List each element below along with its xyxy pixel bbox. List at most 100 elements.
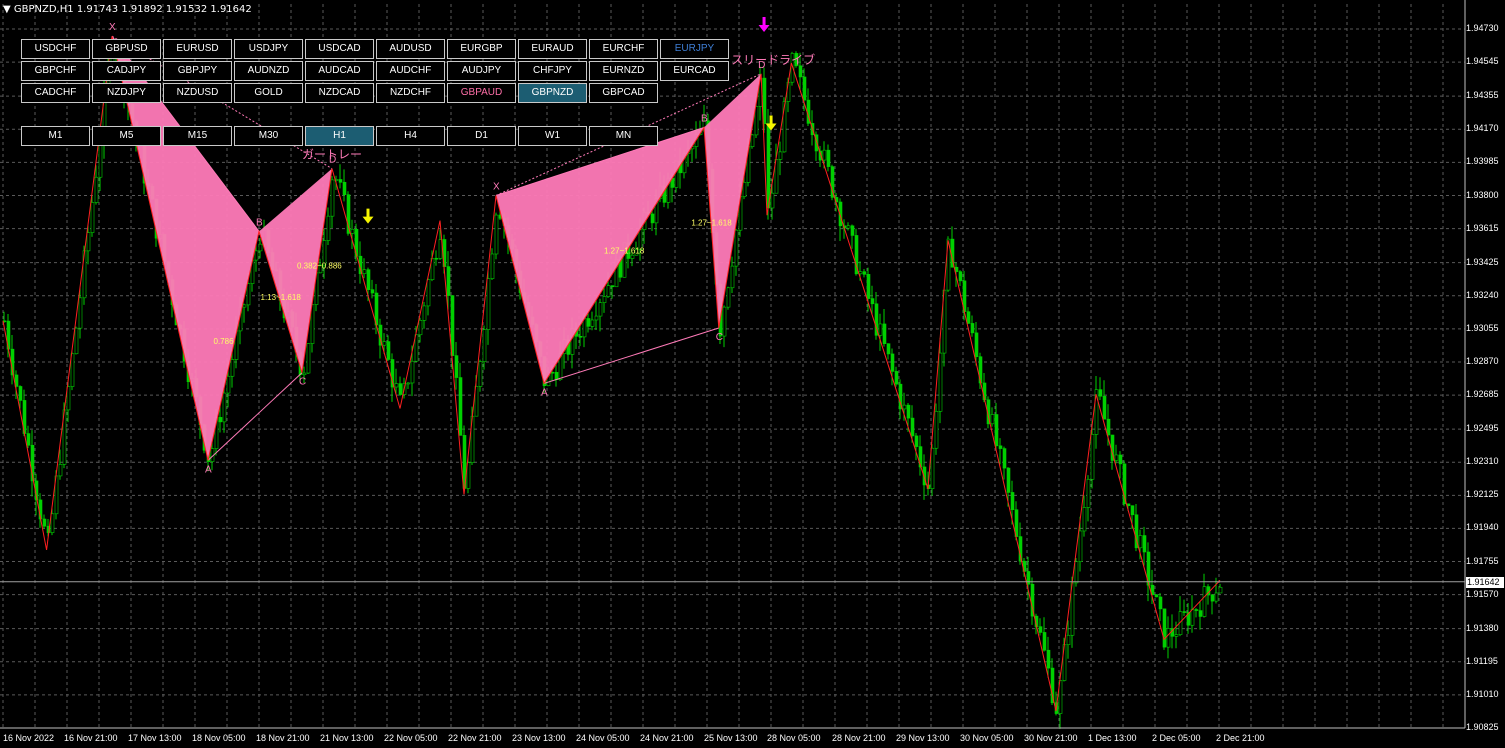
symbol-button-gold[interactable]: GOLD (234, 83, 303, 103)
candle-body (1086, 478, 1091, 508)
symbol-button-usdcad[interactable]: USDCAD (305, 39, 374, 59)
candle-body (938, 352, 943, 412)
time-tick-label: 28 Nov 05:00 (767, 733, 821, 743)
candle-body (422, 305, 427, 321)
candle-body (1098, 389, 1103, 397)
candle-body (1078, 530, 1083, 562)
timeframe-button-m5[interactable]: M5 (92, 126, 161, 146)
timeframe-button-h1[interactable]: H1 (305, 126, 374, 146)
timeframe-button-m30[interactable]: M30 (234, 126, 303, 146)
candle-body (586, 318, 591, 327)
symbol-button-audusd[interactable]: AUDUSD (376, 39, 445, 59)
time-tick-label: 23 Nov 13:00 (512, 733, 566, 743)
candle-body (610, 285, 615, 288)
symbol-button-audchf[interactable]: AUDCHF (376, 61, 445, 81)
candle-body (414, 334, 419, 362)
symbol-button-audcad[interactable]: AUDCAD (305, 61, 374, 81)
time-tick-label: 22 Nov 05:00 (384, 733, 438, 743)
sell-arrow-icon (362, 208, 374, 224)
candle-body (58, 464, 63, 477)
timeframe-button-h4[interactable]: H4 (376, 126, 445, 146)
candle-body (870, 298, 875, 305)
candle-body (1162, 608, 1167, 648)
symbol-button-euraud[interactable]: EURAUD (518, 39, 587, 59)
symbol-button-gbpjpy[interactable]: GBPJPY (163, 61, 232, 81)
candle-body (886, 343, 891, 355)
symbol-button-chfjpy[interactable]: CHFJPY (518, 61, 587, 81)
symbol-button-gbpnzd[interactable]: GBPNZD (518, 83, 587, 103)
chart-header: ▼ GBPNZD,H1 1.91743 1.91892 1.91532 1.91… (3, 4, 252, 15)
price-tick-label: 1.91570 (1466, 588, 1499, 599)
symbol-button-gbpaud[interactable]: GBPAUD (447, 83, 516, 103)
candle-body (1006, 467, 1011, 493)
symbol-button-cadjpy[interactable]: CADJPY (92, 61, 161, 81)
candle-body (914, 435, 919, 447)
pattern-point-label: C (716, 332, 723, 343)
candle-body (766, 123, 771, 209)
candle-body (1118, 454, 1123, 465)
candle-body (970, 323, 975, 334)
price-tick-label: 1.92870 (1466, 355, 1499, 366)
symbol-button-gbpusd[interactable]: GBPUSD (92, 39, 161, 59)
symbol-button-nzdjpy[interactable]: NZDJPY (92, 83, 161, 103)
candle-body (1190, 609, 1195, 626)
symbol-button-usdchf[interactable]: USDCHF (21, 39, 90, 59)
timeframe-button-m15[interactable]: M15 (163, 126, 232, 146)
symbol-button-nzdcad[interactable]: NZDCAD (305, 83, 374, 103)
price-tick-label: 1.92310 (1466, 456, 1499, 467)
candle-body (578, 336, 583, 338)
symbol-button-eurusd[interactable]: EURUSD (163, 39, 232, 59)
candle-body (778, 151, 783, 160)
candle-body (1038, 626, 1043, 633)
candle-body (1106, 418, 1111, 436)
candle-body (366, 269, 371, 290)
candle-body (326, 215, 331, 241)
candle-body (1090, 434, 1095, 480)
symbol-button-gbpcad[interactable]: GBPCAD (589, 83, 658, 103)
time-tick-label: 1 Dec 13:00 (1088, 733, 1137, 743)
candle-body (754, 106, 759, 136)
symbol-button-gbpchf[interactable]: GBPCHF (21, 61, 90, 81)
pattern-point-label: C (299, 377, 306, 388)
candle-body (218, 417, 223, 423)
candle-body (350, 228, 355, 234)
price-chart[interactable]: XABCDガートレー0.7861.13~1.6180.382~0.886XABC… (0, 0, 1505, 748)
candle-body (726, 287, 731, 308)
symbol-button-cadchf[interactable]: CADCHF (21, 83, 90, 103)
pattern-name: スリードライブ (731, 52, 815, 67)
price-tick-label: 1.94730 (1466, 23, 1499, 34)
time-tick-label: 29 Nov 13:00 (896, 733, 950, 743)
candle-body (930, 447, 935, 489)
timeframe-button-w1[interactable]: W1 (518, 126, 587, 146)
candle-body (554, 372, 559, 380)
candle-body (478, 361, 483, 387)
candle-body (1002, 448, 1007, 469)
candle-body (1142, 535, 1147, 553)
pattern-ratio: 1.13~1.618 (261, 293, 302, 302)
symbol-button-audjpy[interactable]: AUDJPY (447, 61, 516, 81)
timeframe-button-d1[interactable]: D1 (447, 126, 516, 146)
pattern-point-label: X (109, 22, 116, 33)
candle-body (94, 176, 99, 203)
pattern-ratio: 0.786 (214, 337, 235, 346)
symbol-button-eurnzd[interactable]: EURNZD (589, 61, 658, 81)
collapse-triangle-icon[interactable]: ▼ (3, 4, 11, 15)
time-tick-label: 18 Nov 21:00 (256, 733, 310, 743)
symbol-button-eurjpy[interactable]: EURJPY (660, 39, 729, 59)
candle-body (858, 271, 863, 275)
candle-body (826, 149, 831, 167)
pattern-ratio: 0.382~0.886 (297, 262, 342, 271)
symbol-button-eurgbp[interactable]: EURGBP (447, 39, 516, 59)
symbol-button-audnzd[interactable]: AUDNZD (234, 61, 303, 81)
symbol-button-usdjpy[interactable]: USDJPY (234, 39, 303, 59)
symbol-button-eurchf[interactable]: EURCHF (589, 39, 658, 59)
timeframe-button-mn[interactable]: MN (589, 126, 658, 146)
timeframe-button-m1[interactable]: M1 (21, 126, 90, 146)
symbol-button-nzdchf[interactable]: NZDCHF (376, 83, 445, 103)
price-tick-label: 1.93985 (1466, 156, 1499, 167)
candle-body (454, 355, 459, 378)
symbol-button-nzdusd[interactable]: NZDUSD (163, 83, 232, 103)
candle-body (730, 265, 735, 289)
symbol-button-eurcad[interactable]: EURCAD (660, 61, 729, 81)
candle-body (66, 386, 71, 411)
